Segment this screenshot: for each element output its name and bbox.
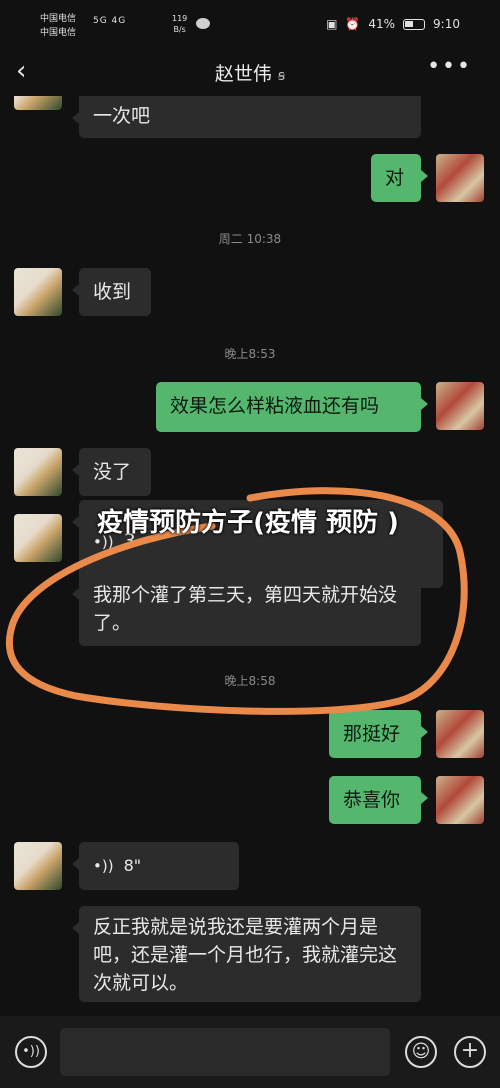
overlay-title: 疫情预防方子(疫情 预防 ) xyxy=(97,508,399,538)
sender-avatar[interactable] xyxy=(14,96,62,110)
message-bubble-incoming[interactable]: 我那个灌了第三天，第四天就开始没了。 xyxy=(72,572,421,646)
more-dots-icon[interactable]: ••• xyxy=(427,54,472,79)
chat-header: 赵世伟 ꞩ ‹ ••• xyxy=(0,46,500,96)
my-avatar[interactable] xyxy=(436,776,484,824)
battery-percent: 41% xyxy=(368,17,396,31)
chat-area[interactable]: 一次吧 对 周二 10:38 收到 晚上8:53 效果怎么样粘液血还有吗 没了 … xyxy=(0,96,500,1016)
sender-avatar[interactable] xyxy=(14,842,62,890)
speed-unit: B/s xyxy=(173,25,186,34)
carrier-1: 中国电信 xyxy=(40,14,77,24)
timestamp: 晚上8:58 xyxy=(224,674,276,688)
message-bubble-outgoing[interactable]: 效果怎么样粘液血还有吗 xyxy=(156,382,428,432)
timestamp: 晚上8:53 xyxy=(224,347,276,361)
message-bubble-incoming[interactable]: 没了 xyxy=(72,448,151,496)
voice-duration: 8" xyxy=(123,856,142,875)
message-bubble-incoming[interactable]: 收到 xyxy=(72,268,151,316)
message-input[interactable] xyxy=(60,1028,390,1076)
input-bar: •)) ☺ + xyxy=(0,1016,500,1088)
message-bubble-outgoing[interactable]: 对 xyxy=(371,154,428,202)
my-avatar[interactable] xyxy=(436,710,484,758)
wechat-status-icon xyxy=(196,18,210,29)
battery-icon xyxy=(403,18,426,30)
network-speed: 119 B/s xyxy=(172,13,187,35)
my-avatar[interactable] xyxy=(436,154,484,202)
timestamp: 周二 10:38 xyxy=(218,232,282,246)
alarm-icon: ⏰ xyxy=(345,17,361,31)
carrier-2: 中国电信 xyxy=(40,28,77,38)
message-bubble-incoming[interactable]: 反正我就是说我还是要灌两个月是吧，还是灌一个月也行，我就灌完这次就可以。 xyxy=(72,906,421,1002)
sender-avatar[interactable] xyxy=(14,514,62,562)
sender-avatar[interactable] xyxy=(14,268,62,316)
voice-wave-icon: •)) xyxy=(93,857,114,875)
emoji-icon[interactable]: ☺ xyxy=(405,1036,437,1068)
status-bar: 中国电信 中国电信 5G 4G 119 B/s ▣ ⏰ 41% 9:10 xyxy=(0,0,500,46)
message-bubble-outgoing[interactable]: 那挺好 xyxy=(329,710,428,758)
chat-title: 赵世伟 xyxy=(214,63,272,85)
status-right: ▣ ⏰ 41% 9:10 xyxy=(326,17,460,31)
voice-message[interactable]: •)) 8" xyxy=(72,842,239,890)
my-avatar[interactable] xyxy=(436,382,484,430)
message-bubble-outgoing[interactable]: 恭喜你 xyxy=(329,776,428,824)
sender-avatar[interactable] xyxy=(14,448,62,496)
clock: 9:10 xyxy=(433,17,460,31)
network-type: 5G 4G xyxy=(93,16,127,26)
chat-title-wrap: 赵世伟 ꞩ xyxy=(0,59,500,86)
nfc-icon: ▣ xyxy=(326,17,338,31)
message-bubble-incoming[interactable]: 一次吧 xyxy=(72,96,421,138)
speed-value: 119 xyxy=(172,14,188,23)
back-icon[interactable]: ‹ xyxy=(16,58,26,84)
voice-input-icon[interactable]: •)) xyxy=(15,1036,47,1068)
plus-icon[interactable]: + xyxy=(454,1036,486,1068)
ear-icon: ꞩ xyxy=(277,68,286,84)
carrier-labels: 中国电信 中国电信 xyxy=(40,12,76,40)
